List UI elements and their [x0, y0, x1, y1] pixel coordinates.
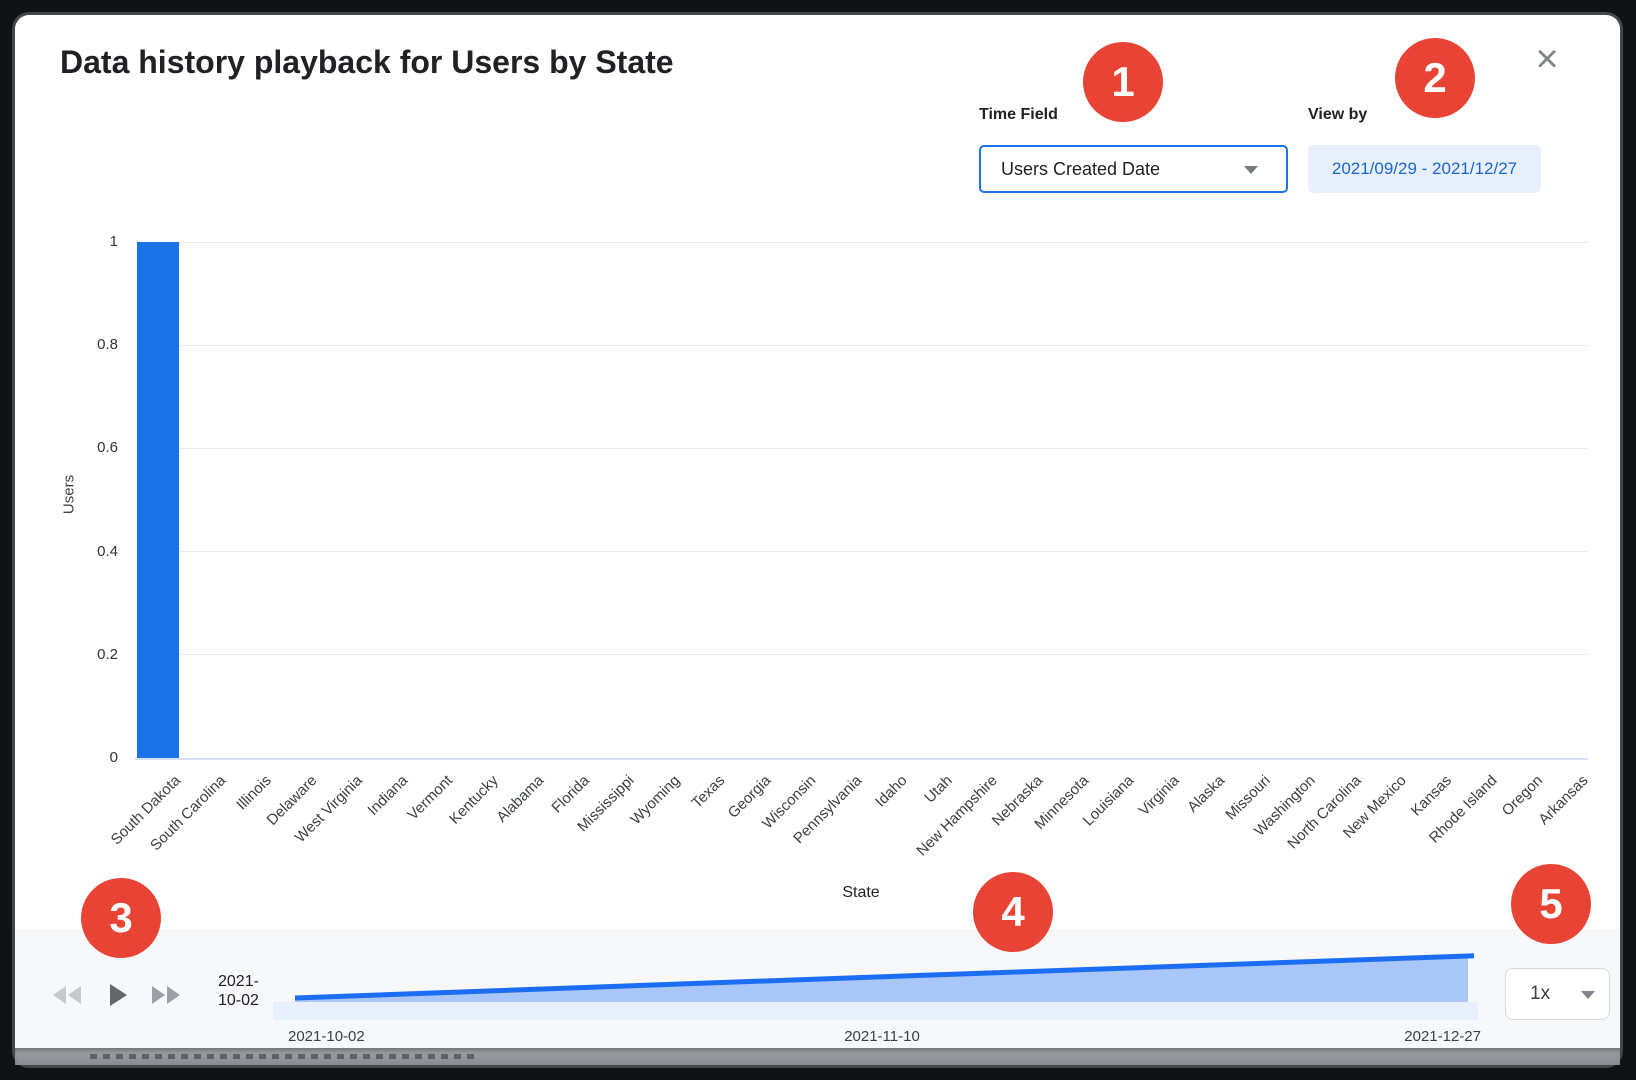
y-axis-title: Users [61, 450, 78, 540]
current-playback-date: 2021- 10-02 [218, 972, 259, 1010]
y-axis-tick-label: 0 [68, 749, 118, 766]
annotation-badge-5: 5 [1511, 864, 1591, 944]
current-date-line: 10-02 [218, 991, 259, 1010]
y-axis-tick-label: 0.2 [68, 646, 118, 663]
timeline-base-strip [273, 1002, 1478, 1020]
x-axis-label: Alabama [493, 772, 547, 826]
annotation-badge-4: 4 [973, 872, 1053, 952]
playback-speed-select[interactable]: 1x [1505, 968, 1610, 1020]
chart-bar-south-dakota[interactable] [137, 242, 179, 758]
gridline [135, 448, 1588, 449]
x-axis-label: Kentucky [446, 772, 502, 828]
bar-chart: Users State 00.20.40.60.81South DakotaSo… [0, 0, 1636, 1080]
playback-timeline-scrubber[interactable] [273, 940, 1478, 1025]
x-axis-label: Illinois [233, 772, 274, 813]
rewind-icon [53, 986, 66, 1004]
play-icon [110, 984, 127, 1006]
speed-value: 1x [1530, 969, 1550, 1019]
background-remnant-marks [90, 1054, 480, 1059]
annotation-badge-1: 1 [1083, 42, 1163, 122]
x-axis-label: Wyoming [627, 772, 683, 828]
y-axis-tick-label: 1 [68, 233, 118, 250]
x-axis-label: Texas [689, 772, 729, 812]
x-axis-baseline [135, 758, 1588, 760]
play-button[interactable] [110, 984, 127, 1006]
timeline-date-mid: 2021-11-10 [844, 1028, 920, 1045]
annotation-badge-2: 2 [1395, 38, 1475, 118]
current-date-line: 2021- [218, 972, 259, 991]
x-axis-label: Virginia [1135, 772, 1182, 819]
x-axis-label: Arkansas [1535, 772, 1591, 828]
gridline [135, 654, 1588, 655]
fast-forward-button[interactable] [152, 986, 182, 1004]
fast-forward-icon [167, 986, 180, 1004]
x-axis-label: Alaska [1184, 772, 1228, 816]
speed-caret-icon [1581, 991, 1595, 999]
annotation-badge-3: 3 [81, 878, 161, 958]
background-page-strip [15, 1048, 1620, 1065]
gridline [135, 242, 1588, 243]
gridline [135, 551, 1588, 552]
rewind-button[interactable] [53, 986, 83, 1004]
y-axis-tick-label: 0.4 [68, 543, 118, 560]
x-axis-label: Idaho [872, 772, 911, 811]
x-axis-label: New Hampshire [914, 772, 1001, 859]
y-axis-tick-label: 0.8 [68, 336, 118, 353]
timeline-date-end: 2021-12-27 [1404, 1028, 1481, 1045]
screenshot-root: Data history playback for Users by State… [0, 0, 1636, 1080]
x-axis-title: State [842, 884, 879, 902]
fast-forward-icon [152, 986, 165, 1004]
gridline [135, 345, 1588, 346]
x-axis-label: Florida [548, 772, 592, 816]
timeline-date-start: 2021-10-02 [288, 1028, 365, 1045]
y-axis-tick-label: 0.6 [68, 439, 118, 456]
x-axis-label: Utah [921, 772, 955, 806]
rewind-icon [68, 986, 81, 1004]
